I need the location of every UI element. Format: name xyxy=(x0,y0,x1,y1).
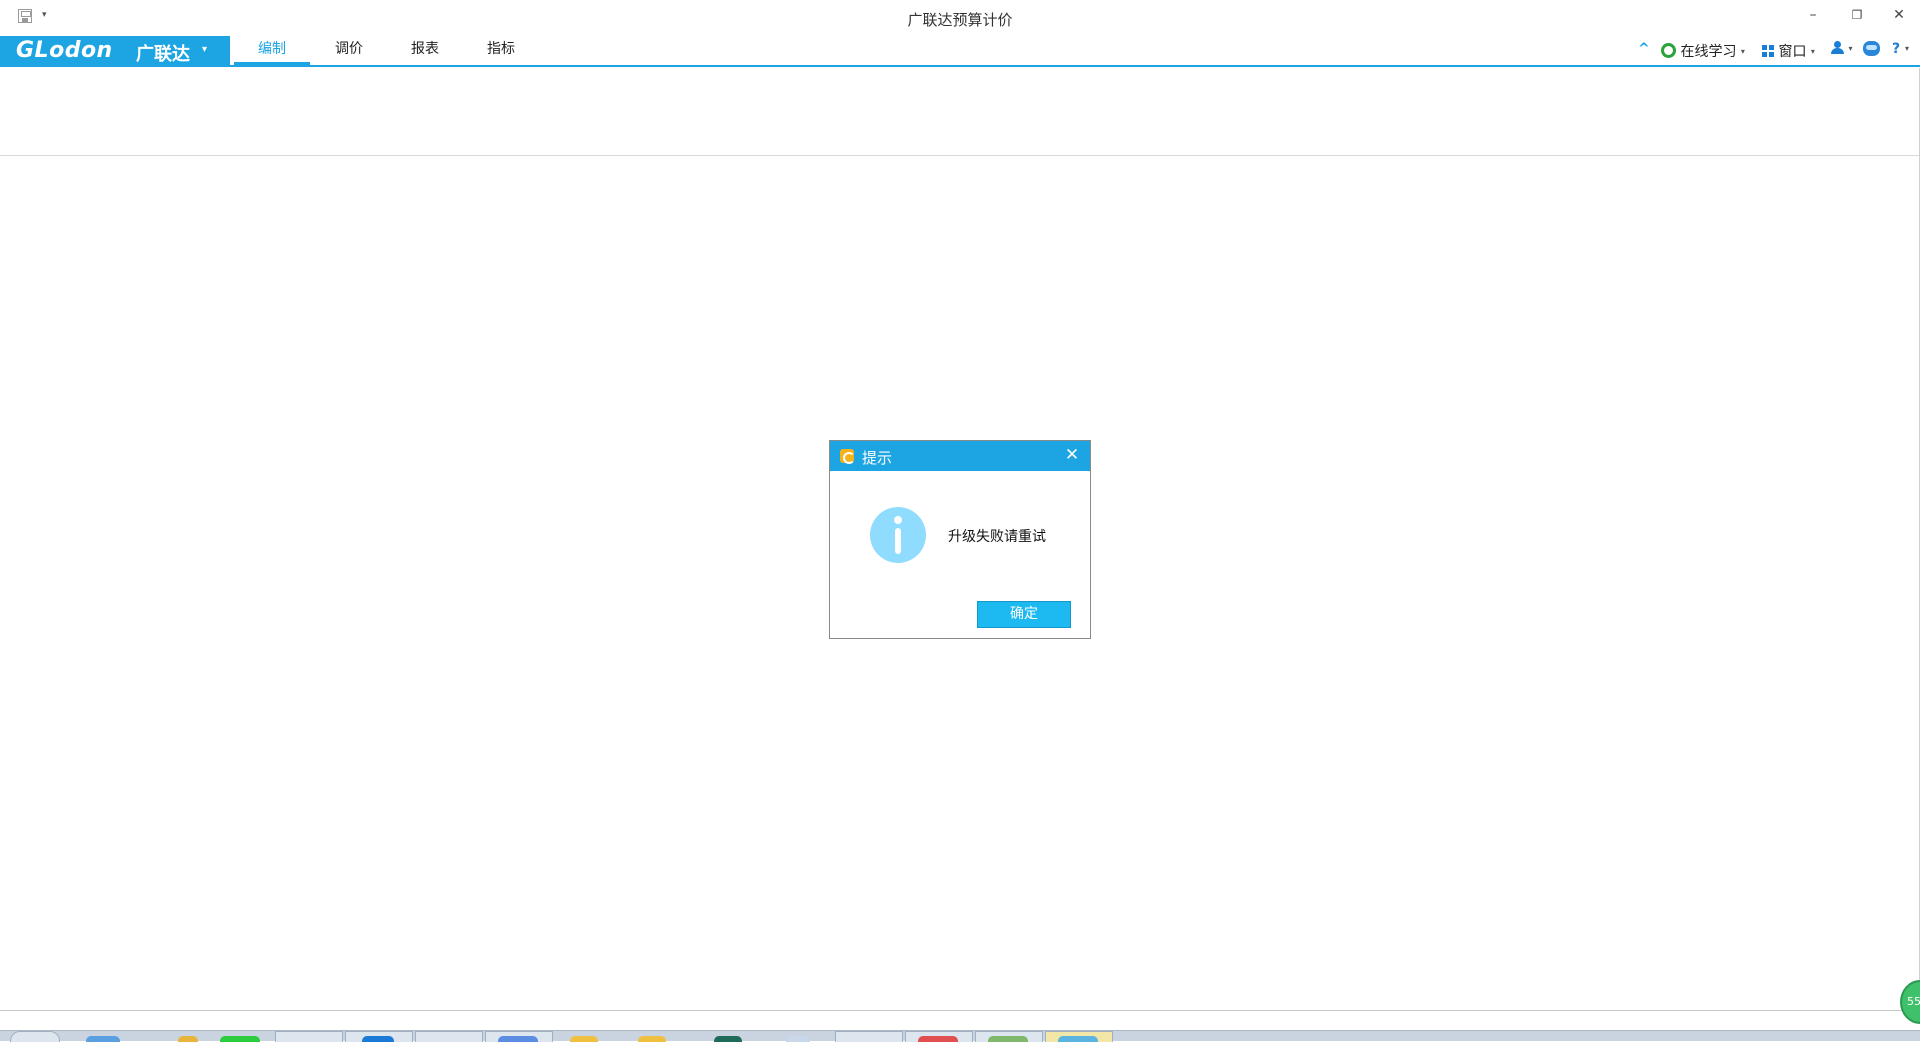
minimize-button[interactable]: – xyxy=(1798,4,1828,26)
ok-button[interactable]: 确定 xyxy=(977,601,1071,628)
logo-cn-text: 广联达 xyxy=(136,44,190,65)
user-icon xyxy=(1831,41,1844,54)
ribbon-panel xyxy=(0,68,1920,156)
dialog-close-button[interactable]: ✕ xyxy=(1062,445,1082,465)
taskbar-app-icon[interactable] xyxy=(714,1036,742,1042)
taskbar-app-button[interactable] xyxy=(415,1031,483,1042)
glodon-logo: GLodon xyxy=(16,38,113,63)
window-menu-button[interactable]: 窗口 ▾ xyxy=(1762,41,1815,61)
taskbar-app-icon xyxy=(498,1036,538,1042)
taskbar-app-icon[interactable] xyxy=(786,1036,810,1042)
taskbar-app-icon[interactable] xyxy=(86,1036,120,1042)
title-bar: ▾ 广联达预算计价 – ❐ ✕ xyxy=(0,0,1920,34)
chevron-down-icon: ▾ xyxy=(1905,44,1910,53)
chevron-down-icon: ▾ xyxy=(1810,47,1815,56)
tab-bianzhi[interactable]: 编制 xyxy=(234,36,310,65)
tab-zhibiao[interactable]: 指标 xyxy=(463,36,539,65)
window-title: 广联达预算计价 xyxy=(907,11,1013,29)
online-learning-icon xyxy=(1661,43,1676,58)
help-icon: ? xyxy=(1892,41,1901,57)
chevron-down-icon: ▾ xyxy=(1740,47,1745,56)
tab-tiaojia[interactable]: 调价 xyxy=(311,36,387,65)
taskbar xyxy=(0,1030,1920,1042)
info-icon xyxy=(870,507,926,563)
window-grid-icon xyxy=(1762,45,1774,57)
taskbar-app-icon[interactable] xyxy=(178,1036,198,1042)
app-icon xyxy=(840,449,855,464)
dialog-message: 升级失败请重试 xyxy=(948,529,1046,545)
user-menu-button[interactable]: ▾ xyxy=(1831,41,1852,57)
restore-button[interactable]: ❐ xyxy=(1842,4,1872,26)
taskbar-app-icon[interactable] xyxy=(638,1036,666,1042)
chevron-down-icon: ▾ xyxy=(1848,44,1853,53)
taskbar-app-icon xyxy=(362,1036,394,1042)
dialog-header: 提示 ✕ xyxy=(830,441,1090,471)
prompt-dialog: 提示 ✕ 升级失败请重试 确定 xyxy=(829,440,1091,639)
taskbar-app-icon xyxy=(1058,1036,1098,1042)
start-button[interactable] xyxy=(10,1031,60,1042)
collapse-ribbon-icon[interactable]: ^ xyxy=(1638,41,1650,57)
taskbar-app-icon[interactable] xyxy=(570,1036,598,1042)
close-button[interactable]: ✕ xyxy=(1884,4,1914,26)
assistant-icon xyxy=(1863,41,1880,56)
ribbon-tab-row: GLodon 广联达 ▾ 编制 调价 报表 指标 ^ 在线学习 ▾ 窗口 ▾ ▾… xyxy=(0,36,1920,67)
window-menu-label: 窗口 xyxy=(1778,44,1807,60)
app-menu-button[interactable]: GLodon 广联达 ▾ xyxy=(0,36,230,65)
tab-baobiao[interactable]: 报表 xyxy=(387,36,463,65)
taskbar-app-icon[interactable] xyxy=(220,1036,260,1042)
taskbar-app-icon xyxy=(918,1036,958,1042)
assistant-button[interactable] xyxy=(1863,41,1880,58)
dialog-title: 提示 xyxy=(862,449,893,467)
taskbar-app-icon xyxy=(988,1036,1028,1042)
chevron-down-icon: ▾ xyxy=(202,44,208,55)
taskbar-app-button[interactable] xyxy=(275,1031,343,1042)
help-button[interactable]: ? ▾ xyxy=(1892,41,1909,57)
online-learning-label: 在线学习 xyxy=(1680,44,1737,60)
taskbar-app-button[interactable] xyxy=(835,1031,903,1042)
online-learning-button[interactable]: 在线学习 ▾ xyxy=(1661,41,1745,61)
status-divider xyxy=(0,1010,1920,1011)
